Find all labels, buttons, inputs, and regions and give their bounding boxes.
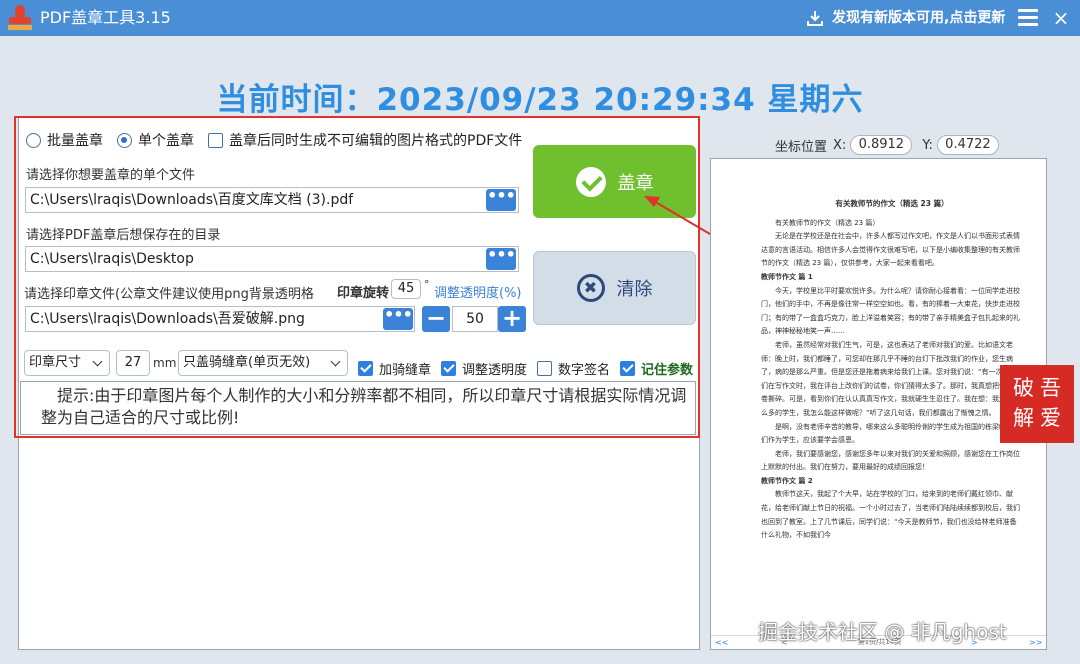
window-title: PDF盖章工具3.15 — [40, 8, 171, 27]
coord-x-input[interactable]: 0.8912 — [850, 135, 913, 155]
doc-paragraph: 有关教师节的作文（精选 23 篇） — [775, 218, 880, 227]
doc-paragraph: 无论是在学校还是在社会中，许多人都写过作文吧，作文是人们以书面形式表情达意的言语… — [761, 232, 1020, 268]
close-icon[interactable]: × — [1052, 8, 1070, 28]
coord-y-label: Y: — [922, 137, 933, 153]
coordinate-readout: 坐标位置 X: 0.8912 Y: 0.4722 — [775, 135, 1009, 155]
stamp-app-icon — [8, 5, 32, 31]
first-page-button[interactable]: << — [715, 636, 728, 649]
doc-paragraph: 教师节这天，我起了个大早，站在学校的门口，给来到的老师们戴红领巾、献花，给老师们… — [761, 490, 1020, 540]
coord-y-input[interactable]: 0.4722 — [936, 135, 999, 155]
last-page-button[interactable]: >> — [1029, 636, 1042, 649]
doc-paragraph: 今天，学校里比平时要欢悦许多。为什么呢？请你耐心接着看：一位同学走进校门，他们的… — [761, 286, 1020, 336]
highlight-frame — [14, 116, 700, 438]
pdf-preview[interactable]: 有关教师节的作文（精选 23 篇） 有关教师节的作文（精选 23 篇） 无论是在… — [710, 158, 1047, 650]
coord-label: 坐标位置 — [775, 139, 828, 155]
watermark-text: 掘金技术社区 @ 非凡ghost — [758, 620, 1007, 644]
preview-document: 有关教师节的作文（精选 23 篇） 有关教师节的作文（精选 23 篇） 无论是在… — [761, 197, 1023, 543]
seal-stamp-image: 破吾 解爱 — [1000, 365, 1074, 443]
title-bar: PDF盖章工具3.15 发现有新版本可用,点击更新 × — [0, 0, 1080, 36]
doc-title: 有关教师节的作文（精选 23 篇） — [835, 199, 949, 208]
doc-paragraph: 是啊，没有老师辛苦的教导，哪来这么多聪明伶俐的学生成为祖国的栋梁呢？我们作为学生… — [761, 422, 1020, 445]
doc-paragraph: 老师，我们要感谢您，感谢您多年以来对我们的关爱和照顾，感谢您在工作岗位上默默的付… — [761, 449, 1020, 472]
menu-icon[interactable] — [1018, 9, 1038, 27]
doc-heading: 教师节作文 篇 1 — [761, 272, 813, 281]
download-icon[interactable] — [806, 9, 824, 27]
current-time-display: 当前时间：2023/09/23 20:29:34 星期六 — [216, 82, 864, 118]
doc-heading: 教师节作文 篇 2 — [761, 476, 813, 485]
doc-paragraph: 老师，虽然经常对我们生气，可是，这也表达了老师对我们的爱。比如语文老师：晚上时，… — [761, 340, 1020, 417]
coord-x-label: X: — [833, 137, 847, 153]
update-link[interactable]: 发现有新版本可用,点击更新 — [832, 8, 1005, 28]
